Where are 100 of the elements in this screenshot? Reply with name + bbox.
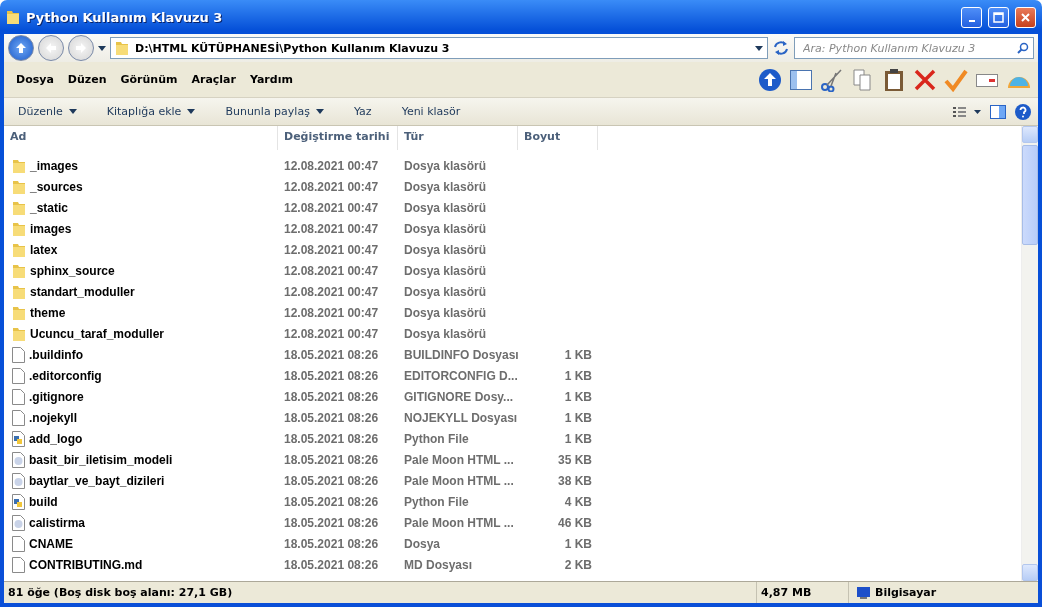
status-location: Bilgisayar xyxy=(875,586,937,599)
file-size: 1 KB xyxy=(563,347,593,362)
file-name[interactable]: CONTRIBUTING.md xyxy=(4,556,278,573)
modified-date: 18.05.2021 08:26 xyxy=(283,389,380,404)
file-name[interactable]: .editorconfig xyxy=(4,367,278,384)
file-name[interactable]: add_logo xyxy=(4,430,278,447)
file-type: BUILDINFO Dosyası xyxy=(403,347,518,362)
folder-icon xyxy=(12,283,26,300)
command-button[interactable]: Düzenle xyxy=(10,102,85,121)
command-button[interactable]: Kitaplığa ekle xyxy=(98,102,204,121)
search-field[interactable]: Ara: Python Kullanım Klavuzu 3 xyxy=(794,37,1034,59)
html-file-icon xyxy=(12,514,25,531)
scrollbar[interactable] xyxy=(1021,126,1038,581)
refresh-icon[interactable] xyxy=(772,40,790,56)
modified-date: 18.05.2021 08:26 xyxy=(283,452,380,467)
menu-item[interactable]: Görünüm xyxy=(114,70,184,89)
file-name[interactable]: theme xyxy=(4,304,278,321)
address-field[interactable]: D:\HTML KÜTÜPHANESİ\Python Kullanım Klavuzu 3 xyxy=(110,37,768,59)
caret-icon xyxy=(755,45,763,51)
modified-date: 18.05.2021 08:26 xyxy=(283,347,380,362)
folder-icon xyxy=(115,40,129,56)
file-type: MD Dosyası xyxy=(403,557,474,572)
close-button[interactable] xyxy=(1015,6,1036,28)
modified-date: 12.08.2021 00:47 xyxy=(283,284,380,299)
caret-icon xyxy=(98,45,106,51)
view-options-icon[interactable] xyxy=(952,104,982,119)
folder-icon xyxy=(6,9,20,25)
file-name[interactable]: latex xyxy=(4,241,278,258)
search-icon[interactable] xyxy=(1017,42,1029,54)
file-name[interactable]: _sources xyxy=(4,178,278,195)
preview-pane-icon[interactable] xyxy=(989,103,1007,120)
file-icon xyxy=(12,409,25,426)
file-name[interactable]: standart_moduller xyxy=(4,283,278,300)
file-icon xyxy=(12,388,25,405)
minimize-icon xyxy=(968,20,975,22)
help-icon[interactable] xyxy=(1014,102,1032,121)
modified-date: 18.05.2021 08:26 xyxy=(283,494,380,509)
modified-date: 18.05.2021 08:26 xyxy=(283,431,380,446)
column-header[interactable]: Tür xyxy=(398,126,518,150)
file-type: Pale Moon HTML ... xyxy=(403,473,515,488)
file-type: NOJEKYLL Dosyası xyxy=(403,410,518,425)
folder-icon xyxy=(12,178,26,195)
modified-date: 12.08.2021 00:47 xyxy=(283,179,380,194)
file-type: Dosya klasörü xyxy=(403,326,488,341)
file-type: GITIGNORE Dosy... xyxy=(403,389,515,404)
file-size: 1 KB xyxy=(563,389,593,404)
file-icon xyxy=(12,556,25,573)
file-size: 1 KB xyxy=(563,410,593,425)
checkmark-icon[interactable] xyxy=(944,67,968,92)
menu-item[interactable]: Düzen xyxy=(61,70,113,89)
file-name[interactable]: Ucuncu_taraf_moduller xyxy=(4,325,278,342)
file-name[interactable]: _images xyxy=(4,157,278,174)
file-name[interactable]: sphinx_source xyxy=(4,262,278,279)
modified-date: 12.08.2021 00:47 xyxy=(283,326,380,341)
file-name[interactable]: .nojekyll xyxy=(4,409,278,426)
column-header[interactable]: Ad xyxy=(4,126,278,150)
menu-item[interactable]: Dosya xyxy=(10,70,60,89)
status-size: 4,87 MB xyxy=(761,586,812,599)
file-name[interactable]: calistirma xyxy=(4,514,278,531)
file-name[interactable]: CNAME xyxy=(4,535,278,552)
file-size: 38 KB xyxy=(557,473,593,488)
delete-icon[interactable] xyxy=(913,67,937,92)
forward-button[interactable] xyxy=(68,35,94,61)
file-size: 35 KB xyxy=(557,452,593,467)
caret-icon xyxy=(68,109,77,114)
panel-icon[interactable] xyxy=(789,67,813,92)
column-header[interactable]: Boyut xyxy=(518,126,598,150)
file-icon xyxy=(12,367,25,384)
file-size: 1 KB xyxy=(563,536,593,551)
file-name[interactable]: .buildinfo xyxy=(4,346,278,363)
file-type: Dosya xyxy=(403,536,442,551)
cut-icon[interactable] xyxy=(820,67,844,92)
up-arrow-icon xyxy=(15,42,27,54)
file-size: 4 KB xyxy=(563,494,593,509)
minimize-button[interactable] xyxy=(961,6,982,28)
menu-item[interactable]: Yardım xyxy=(243,70,299,89)
maximize-button[interactable] xyxy=(988,6,1009,28)
computer-icon xyxy=(855,585,871,600)
menu-item[interactable]: Araçlar xyxy=(185,70,242,89)
status-text: 81 öğe (Boş disk boş alanı: 27,1 GB) xyxy=(7,586,234,599)
modified-date: 12.08.2021 00:47 xyxy=(283,200,380,215)
file-name[interactable]: _static xyxy=(4,199,278,216)
file-name[interactable]: baytlar_ve_bayt_dizileri xyxy=(4,472,278,489)
modified-date: 18.05.2021 08:26 xyxy=(283,473,380,488)
command-button[interactable]: Bununla paylaş xyxy=(217,102,332,121)
file-type: Dosya klasörü xyxy=(403,221,488,236)
caret-icon xyxy=(315,109,324,114)
back-button[interactable] xyxy=(38,35,64,61)
python-file-icon xyxy=(12,493,25,510)
file-name[interactable]: .gitignore xyxy=(4,388,278,405)
up-button[interactable] xyxy=(8,35,34,61)
file-name[interactable]: basit_bir_iletisim_modeli xyxy=(4,451,278,468)
command-button[interactable]: Yaz xyxy=(345,102,380,121)
column-header[interactable]: Değiştirme tarihi xyxy=(278,126,398,150)
file-name[interactable]: images xyxy=(4,220,278,237)
file-type: Dosya klasörü xyxy=(403,305,488,320)
command-button[interactable]: Yeni klasör xyxy=(393,102,469,121)
file-name[interactable]: build xyxy=(4,493,278,510)
file-size: 1 KB xyxy=(563,368,593,383)
clipboard-icon[interactable] xyxy=(882,67,906,92)
